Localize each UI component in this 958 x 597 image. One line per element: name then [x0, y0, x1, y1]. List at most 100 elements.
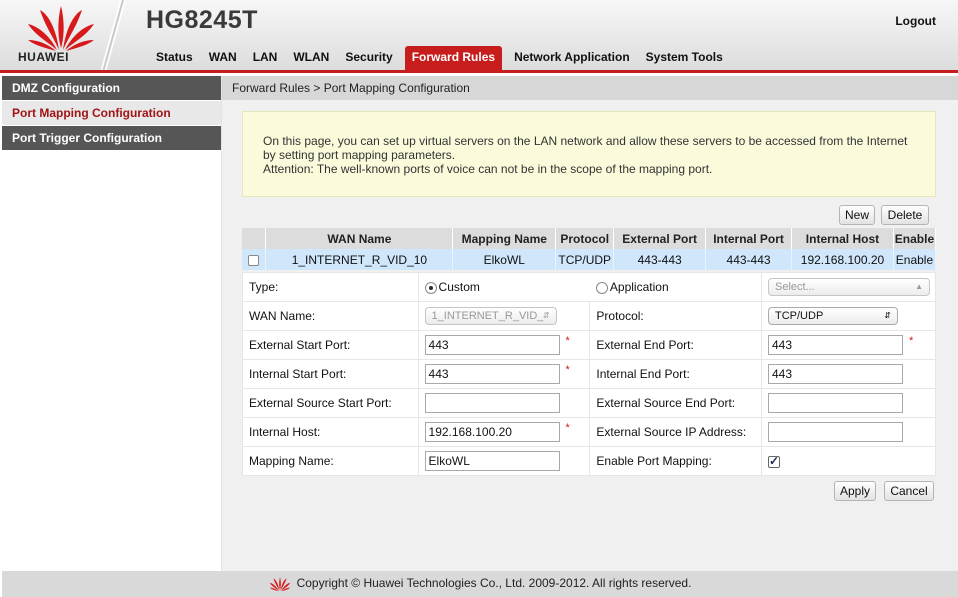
logout-link[interactable]: Logout [895, 14, 936, 28]
enable-port-mapping-label: Enable Port Mapping: [589, 446, 762, 476]
nav-wan[interactable]: WAN [201, 46, 245, 70]
form-row-internal-ports: Internal Start Port: 443 * Internal End P… [242, 359, 936, 389]
application-radio-label: Application [609, 280, 669, 294]
nav-network-application[interactable]: Network Application [506, 46, 638, 70]
nav-status[interactable]: Status [148, 46, 201, 70]
required-mark: * [909, 335, 914, 347]
enable-port-mapping-checkbox[interactable] [768, 454, 780, 468]
info-line-2: by setting port mapping parameters. [263, 148, 456, 162]
external-source-end-port-input[interactable] [768, 393, 903, 413]
delete-button[interactable]: Delete [881, 205, 929, 225]
table-header-row: WAN Name Mapping Name Protocol External … [242, 228, 937, 249]
custom-radio[interactable] [424, 281, 437, 294]
footer: Copyright © Huawei Technologies Co., Ltd… [2, 571, 958, 597]
port-mapping-table: WAN Name Mapping Name Protocol External … [242, 228, 937, 270]
header: HUAWEI HG8245T Logout Status WAN LAN WLA… [0, 0, 958, 72]
external-start-port-label: External Start Port: [242, 330, 419, 360]
huawei-flower-icon [28, 6, 94, 51]
internal-start-port-input[interactable]: 443 [424, 364, 560, 384]
required-mark: * [565, 422, 570, 434]
device-model: HG8245T [146, 6, 258, 34]
form-row-mapping: Mapping Name: ElkoWL Enable Port Mapping… [242, 446, 936, 476]
info-line-1: On this page, you can set up virtual ser… [263, 134, 908, 148]
external-start-port-input[interactable]: 443 [424, 335, 560, 355]
column-header-internal-host: Internal Host [791, 228, 894, 249]
column-header-protocol: Protocol [555, 228, 615, 249]
type-application-cell: Application [589, 272, 762, 302]
internal-host-label: Internal Host: [242, 417, 419, 447]
main-nav: Status WAN LAN WLAN Security Forward Rul… [148, 46, 731, 70]
wan-name-select[interactable]: 1_INTERNET_R_VID_ ⇵ [424, 307, 557, 325]
external-end-port-input[interactable]: 443 [768, 335, 903, 355]
select-column-header [242, 228, 267, 249]
type-custom-cell: Custom [417, 272, 590, 302]
row-select-cell [242, 249, 267, 270]
column-header-wan-name: WAN Name [265, 228, 454, 249]
cell-wan-name: 1_INTERNET_R_VID_10 [265, 249, 454, 270]
copyright-text: Copyright © Huawei Technologies Co., Ltd… [296, 576, 692, 590]
custom-radio-label: Custom [438, 280, 480, 294]
internal-start-port-cell: 443 * [417, 359, 591, 389]
external-source-start-port-label: External Source Start Port: [242, 388, 419, 418]
cell-internal-port: 443-443 [705, 249, 792, 270]
external-source-end-port-cell [761, 388, 936, 418]
column-header-mapping-name: Mapping Name [452, 228, 557, 249]
sidebar-item-port-trigger[interactable]: Port Trigger Configuration [2, 126, 221, 151]
application-select[interactable]: Select... ▲ [768, 278, 930, 296]
form-row-host: Internal Host: 192.168.100.20 * External … [242, 417, 936, 447]
port-mapping-form: Type: Custom Application Select... ▲ WAN … [242, 272, 936, 476]
apply-button[interactable]: Apply [834, 481, 876, 501]
column-header-enable: Enable [893, 228, 937, 249]
nav-system-tools[interactable]: System Tools [638, 46, 731, 70]
info-line-3: Attention: The well-known ports of voice… [263, 162, 713, 176]
cell-protocol: TCP/UDP [555, 249, 615, 270]
external-source-ip-cell [761, 417, 936, 447]
sidebar-item-dmz[interactable]: DMZ Configuration [2, 76, 221, 101]
application-radio[interactable] [595, 281, 608, 294]
wan-name-value: 1_INTERNET_R_VID_ [431, 310, 544, 322]
cell-internal-host: 192.168.100.20 [791, 249, 894, 270]
mapping-name-cell: ElkoWL [417, 446, 591, 476]
cell-external-port: 443-443 [613, 249, 707, 270]
select-arrows-icon: ⇵ [542, 311, 550, 320]
table-row[interactable]: 1_INTERNET_R_VID_10 ElkoWL TCP/UDP 443-4… [242, 249, 937, 270]
nav-forward-rules[interactable]: Forward Rules [404, 46, 503, 70]
application-select-value: Select... [775, 281, 815, 293]
cancel-button[interactable]: Cancel [884, 481, 934, 501]
sidebar-item-port-mapping[interactable]: Port Mapping Configuration [2, 101, 221, 126]
header-divider [100, 0, 126, 72]
nav-lan[interactable]: LAN [245, 46, 286, 70]
new-button[interactable]: New [839, 205, 875, 225]
protocol-cell: TCP/UDP ⇵ [761, 301, 936, 331]
row-checkbox[interactable] [248, 254, 260, 266]
form-row-source-ports: External Source Start Port: External Sou… [242, 388, 936, 418]
internal-host-cell: 192.168.100.20 * [417, 417, 591, 447]
info-box: On this page, you can set up virtual ser… [242, 111, 936, 197]
external-source-end-port-label: External Source End Port: [589, 388, 762, 418]
external-source-ip-input[interactable] [768, 422, 903, 442]
form-row-external-ports: External Start Port: 443 * External End P… [242, 330, 936, 360]
protocol-value: TCP/UDP [775, 310, 824, 322]
cell-enable: Enable [893, 249, 937, 270]
nav-security[interactable]: Security [337, 46, 400, 70]
nav-underline [0, 70, 958, 73]
required-mark: * [565, 364, 570, 376]
select-arrows-icon: ⇵ [884, 311, 891, 320]
brand-name: HUAWEI [18, 50, 69, 64]
external-source-ip-label: External Source IP Address: [589, 417, 762, 447]
internal-end-port-input[interactable]: 443 [768, 364, 903, 384]
external-source-start-port-input[interactable] [424, 393, 560, 413]
mapping-name-input[interactable]: ElkoWL [424, 451, 560, 471]
internal-start-port-label: Internal Start Port: [242, 359, 419, 389]
select-arrows-icon: ▲ [915, 282, 923, 291]
internal-host-input[interactable]: 192.168.100.20 [424, 422, 560, 442]
external-end-port-label: External End Port: [589, 330, 762, 360]
breadcrumb: Forward Rules > Port Mapping Configurati… [222, 76, 958, 100]
nav-wlan[interactable]: WLAN [285, 46, 337, 70]
form-row-type: Type: Custom Application Select... ▲ [242, 272, 936, 302]
type-label: Type: [242, 272, 419, 302]
wan-name-label: WAN Name: [242, 301, 419, 331]
protocol-select[interactable]: TCP/UDP ⇵ [768, 307, 898, 325]
huawei-flower-icon [269, 576, 290, 592]
required-mark: * [565, 335, 570, 347]
